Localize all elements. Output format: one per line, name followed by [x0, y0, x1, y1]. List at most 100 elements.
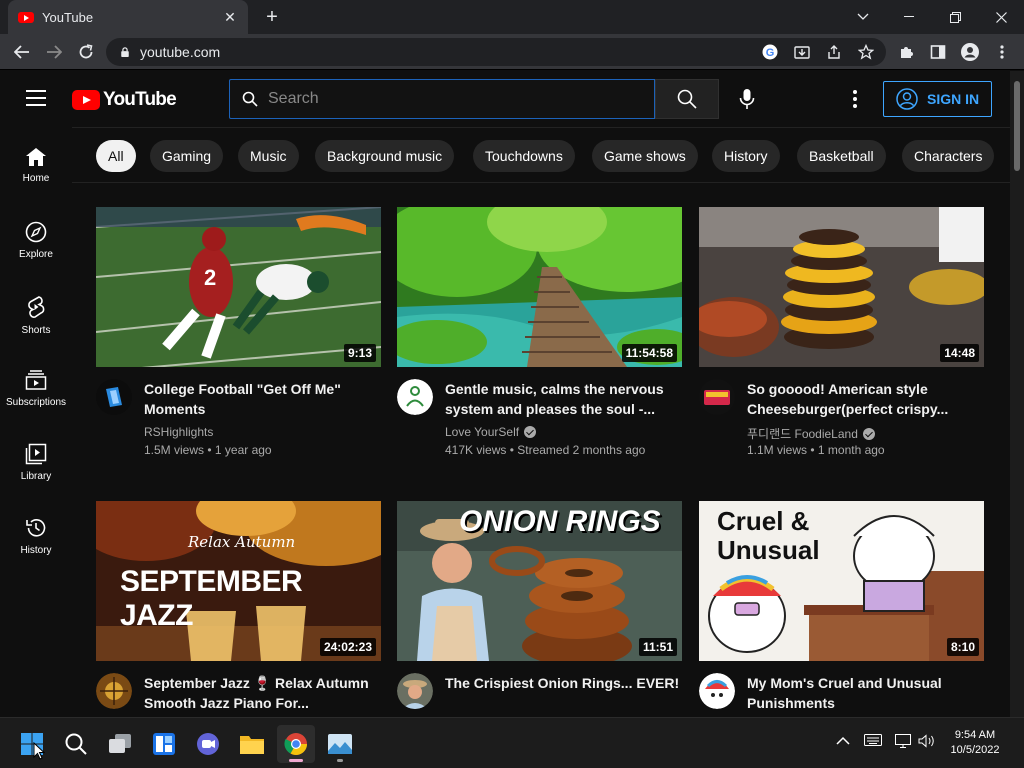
video-title[interactable]: So gooood! American style Cheeseburger(p…	[747, 379, 982, 419]
channel-name-text: RSHighlights	[144, 425, 214, 439]
chip-gaming[interactable]: Gaming	[150, 140, 224, 172]
history-icon	[26, 519, 46, 537]
voice-search-button[interactable]	[730, 82, 764, 116]
extensions-puzzle-icon[interactable]	[896, 42, 916, 62]
youtube-logo[interactable]: YouTube	[72, 89, 177, 111]
browser-menu-icon[interactable]	[992, 42, 1012, 62]
channel-name-text: Love YourSelf	[445, 425, 520, 439]
sidebar-item-home[interactable]: Home	[0, 127, 72, 201]
channel-avatar[interactable]	[96, 379, 132, 415]
sidebar-item-history[interactable]: History	[0, 497, 72, 571]
chip-all[interactable]: All	[96, 140, 136, 172]
channel-avatar[interactable]	[397, 379, 433, 415]
video-duration: 8:10	[946, 638, 979, 656]
scrollbar-thumb[interactable]	[1014, 81, 1020, 171]
video-title[interactable]: College Football "Get Off Me" Moments	[144, 379, 379, 419]
start-button[interactable]	[13, 725, 51, 763]
folder-icon	[240, 736, 264, 754]
browser-tab-youtube[interactable]: YouTube ✕	[8, 0, 248, 34]
sidebar-item-label: Home	[22, 173, 50, 184]
close-tab-icon[interactable]: ✕	[222, 9, 238, 26]
restore-button[interactable]	[932, 0, 978, 34]
video-card[interactable]: ONION RINGS 11:51 The Crispiest Onion Ri…	[397, 501, 682, 717]
back-button[interactable]	[10, 40, 34, 64]
guide-menu-icon[interactable]	[26, 90, 46, 106]
channel-name[interactable]: RSHighlights	[144, 425, 213, 439]
chat-icon	[197, 733, 219, 755]
widgets-icon	[153, 733, 175, 755]
channel-name[interactable]: 푸디랜드 FoodieLand	[747, 425, 875, 442]
side-panel-icon[interactable]	[928, 42, 948, 62]
google-icon[interactable]: G	[760, 42, 780, 62]
tab-search-chevron-icon[interactable]	[840, 0, 886, 34]
channel-avatar[interactable]	[397, 673, 433, 709]
channel-avatar[interactable]	[699, 379, 735, 415]
task-view-button[interactable]	[101, 725, 139, 763]
video-card[interactable]: Relax Autumn SEPTEMBER JAZZ 24:02:23 Sep…	[96, 501, 381, 717]
install-app-icon[interactable]	[792, 42, 812, 62]
video-card[interactable]: Cruel & Unusual 8:10 My Mom's Cruel and …	[699, 501, 984, 717]
chip-history[interactable]: History	[712, 140, 780, 172]
sidebar-item-library[interactable]: Library	[0, 423, 72, 497]
chip-basketball[interactable]: Basketball	[797, 140, 886, 172]
chip-characters[interactable]: Characters	[902, 140, 995, 172]
channel-avatar[interactable]	[96, 673, 132, 709]
sidebar-item-explore[interactable]: Explore	[0, 201, 72, 275]
channel-avatar[interactable]	[699, 673, 735, 709]
photos-taskbar-button[interactable]	[321, 725, 359, 763]
bookmark-star-icon[interactable]	[856, 42, 876, 62]
channel-name[interactable]: Love YourSelf	[445, 425, 537, 439]
video-thumbnail[interactable]: 14:48	[699, 207, 984, 367]
forward-button[interactable]	[42, 40, 66, 64]
search-icon	[242, 91, 258, 107]
verified-badge-icon	[862, 427, 875, 440]
chip-touchdowns[interactable]: Touchdowns	[473, 140, 575, 172]
chip-music[interactable]: Music	[238, 140, 299, 172]
widgets-button[interactable]	[145, 725, 183, 763]
svg-text:G: G	[766, 47, 775, 59]
video-thumbnail[interactable]: Relax Autumn SEPTEMBER JAZZ 24:02:23	[96, 501, 381, 661]
settings-more-icon[interactable]	[846, 87, 864, 111]
profile-icon[interactable]	[960, 42, 980, 62]
new-tab-button[interactable]: +	[260, 5, 284, 29]
keyboard-icon[interactable]	[864, 734, 882, 749]
chip-background-music[interactable]: Background music	[315, 140, 455, 172]
browser-tab-bar: YouTube ✕ +	[0, 0, 1024, 34]
close-window-button[interactable]	[978, 0, 1024, 34]
volume-icon[interactable]	[918, 734, 936, 751]
sidebar-item-shorts[interactable]: Shorts	[0, 275, 72, 349]
network-icon[interactable]	[895, 734, 913, 751]
sign-in-button[interactable]: SIGN IN	[883, 81, 992, 117]
video-thumbnail[interactable]: Cruel & Unusual 8:10	[699, 501, 984, 661]
search-input[interactable]	[268, 90, 628, 108]
reload-button[interactable]	[74, 40, 98, 64]
video-title[interactable]: My Mom's Cruel and Unusual Punishments	[747, 673, 982, 713]
thumbnail-title-text: ONION RINGS	[459, 505, 661, 538]
minimize-button[interactable]	[886, 0, 932, 34]
video-thumbnail[interactable]: 11:54:58	[397, 207, 682, 367]
video-card[interactable]: 2 9:13 College Football "Get Off Me" Mom…	[96, 207, 381, 477]
url-text: youtube.com	[140, 44, 221, 60]
video-thumbnail[interactable]: 2 9:13	[96, 207, 381, 367]
video-card[interactable]: 14:48 So gooood! American style Cheesebu…	[699, 207, 984, 477]
sidebar-item-subscriptions[interactable]: Subscriptions	[0, 349, 72, 423]
taskbar-search-button[interactable]	[57, 725, 95, 763]
page-scrollbar[interactable]	[1010, 71, 1024, 717]
thumbnail-title-text: Cruel & Unusual	[717, 506, 820, 565]
video-thumbnail[interactable]: ONION RINGS 11:51	[397, 501, 682, 661]
teams-chat-button[interactable]	[189, 725, 227, 763]
svg-text:2: 2	[204, 265, 216, 290]
system-clock[interactable]: 9:54 AM 10/5/2022	[940, 728, 1010, 758]
search-box[interactable]	[229, 79, 655, 119]
chrome-taskbar-button[interactable]	[277, 725, 315, 763]
chip-game-shows[interactable]: Game shows	[592, 140, 698, 172]
show-hidden-icons-chevron-icon[interactable]	[836, 734, 850, 749]
file-explorer-button[interactable]	[233, 725, 271, 763]
video-title[interactable]: Gentle music, calms the nervous system a…	[445, 379, 680, 419]
video-title[interactable]: September Jazz 🍷 Relax Autumn Smooth Jaz…	[144, 673, 379, 713]
video-card[interactable]: 11:54:58 Gentle music, calms the nervous…	[397, 207, 682, 477]
video-title[interactable]: The Crispiest Onion Rings... EVER!	[445, 673, 680, 693]
search-button[interactable]	[655, 79, 719, 119]
browser-toolbar: youtube.com G	[0, 34, 1024, 70]
share-icon[interactable]	[824, 42, 844, 62]
